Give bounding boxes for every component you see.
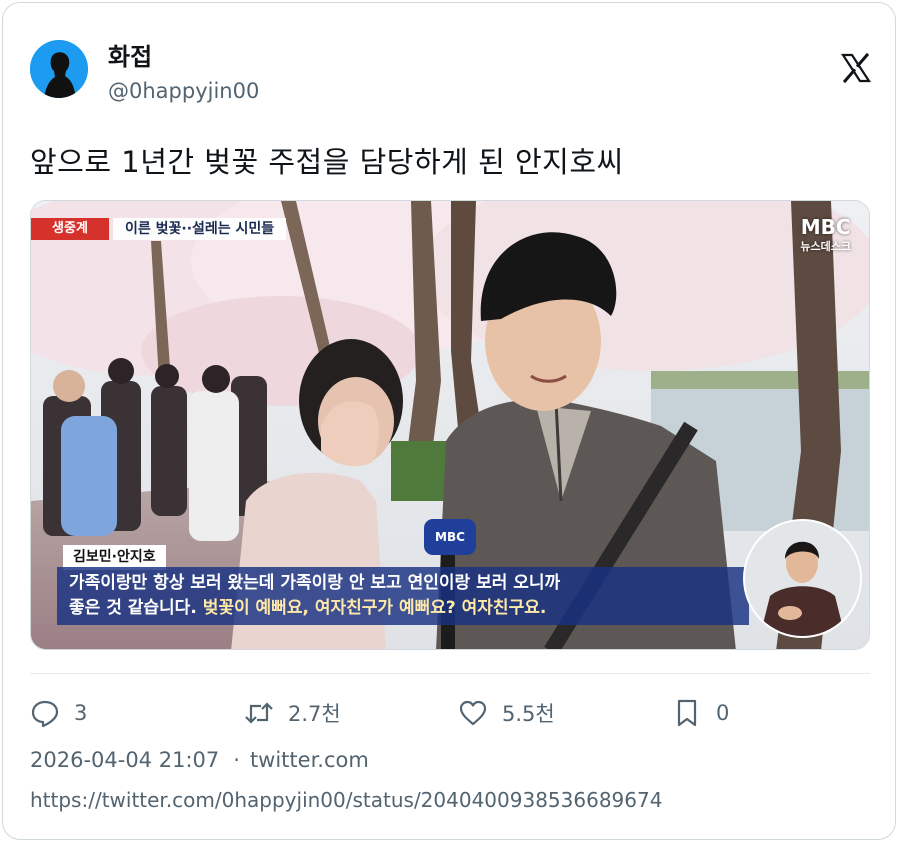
heart-icon: [459, 700, 487, 726]
subtitle-line-2: 좋은 것 같습니다. 벚꽃이 예뻐요, 여자친구가 예뻐요? 여자친구요.: [69, 596, 737, 621]
retweet-button[interactable]: 2.7천: [244, 698, 341, 728]
microphone-flag: MBC: [424, 519, 476, 555]
reply-count: 3: [74, 701, 88, 725]
subtitle-line-2-answer: 좋은 것 같습니다.: [69, 598, 197, 618]
subtitle-caption: 가족이랑만 항상 보러 왔는데 가족이랑 안 보고 연인이랑 보러 오니까 좋은…: [57, 567, 749, 625]
like-button[interactable]: 5.5천: [458, 698, 555, 728]
tweet-meta: 2026-04-04 21:07 · twitter.com: [30, 748, 369, 772]
bookmark-count: 0: [716, 701, 730, 725]
subtitle-line-2-question: 벚꽃이 예뻐요, 여자친구가 예뻐요? 여자친구요.: [202, 598, 547, 618]
reply-icon: [31, 700, 59, 728]
separator-dot: ·: [233, 748, 240, 772]
display-name[interactable]: 화접: [108, 37, 152, 72]
broadcaster-logo: MBC 뉴스데스크: [800, 217, 851, 257]
sign-language-interpreter: [743, 519, 862, 638]
tweet-text: 앞으로 1년간 벚꽃 주접을 담당하게 된 안지호씨: [30, 145, 624, 179]
reply-button[interactable]: 3: [30, 698, 87, 728]
live-badge: 생중계: [31, 218, 109, 240]
tweet-source[interactable]: twitter.com: [250, 748, 369, 772]
action-bar-divider: [30, 673, 870, 674]
tweet-timestamp[interactable]: 2026-04-04 21:07: [30, 748, 219, 772]
news-topic-label: 이른 벚꽃··설레는 시민들: [113, 218, 287, 240]
retweet-icon: [245, 702, 273, 724]
subtitle-line-1: 가족이랑만 항상 보러 왔는데 가족이랑 안 보고 연인이랑 보러 오니까: [69, 573, 561, 593]
tweet-url[interactable]: https://twitter.com/0happyjin00/status/2…: [30, 788, 662, 812]
retweet-count: 2.7천: [288, 702, 341, 726]
broadcaster-name: MBC: [800, 215, 851, 239]
avatar[interactable]: [30, 40, 88, 98]
like-count: 5.5천: [502, 702, 555, 726]
avatar-silhouette-icon: [30, 40, 88, 98]
broadcaster-program: 뉴스데스크: [800, 240, 851, 253]
bookmark-button[interactable]: 0: [672, 698, 729, 728]
bookmark-icon: [677, 699, 697, 727]
x-logo-icon[interactable]: [840, 52, 872, 84]
tweet-media-image[interactable]: 생중계 이른 벚꽃··설레는 시민들 MBC 뉴스데스크 MBC 김보민·안지호…: [30, 200, 870, 650]
user-handle[interactable]: @0happyjin00: [108, 79, 259, 103]
